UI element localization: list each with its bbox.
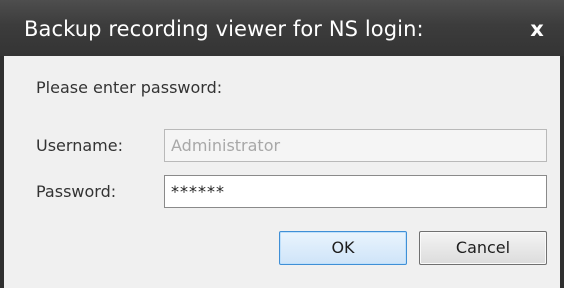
close-icon[interactable]: x bbox=[524, 0, 550, 56]
title-bar[interactable]: Backup recording viewer for NS login: x bbox=[0, 0, 564, 56]
username-label: Username: bbox=[36, 136, 123, 155]
window-title: Backup recording viewer for NS login: bbox=[24, 17, 424, 41]
ok-button[interactable]: OK bbox=[279, 231, 407, 265]
password-field[interactable]: ****** bbox=[164, 175, 547, 208]
cancel-button[interactable]: Cancel bbox=[419, 231, 547, 265]
dialog-body: Please enter password: Username: Adminis… bbox=[4, 56, 560, 288]
password-label: Password: bbox=[36, 182, 117, 201]
username-field: Administrator bbox=[164, 129, 547, 162]
login-dialog: Backup recording viewer for NS login: x … bbox=[0, 0, 564, 288]
password-prompt: Please enter password: bbox=[36, 78, 223, 97]
